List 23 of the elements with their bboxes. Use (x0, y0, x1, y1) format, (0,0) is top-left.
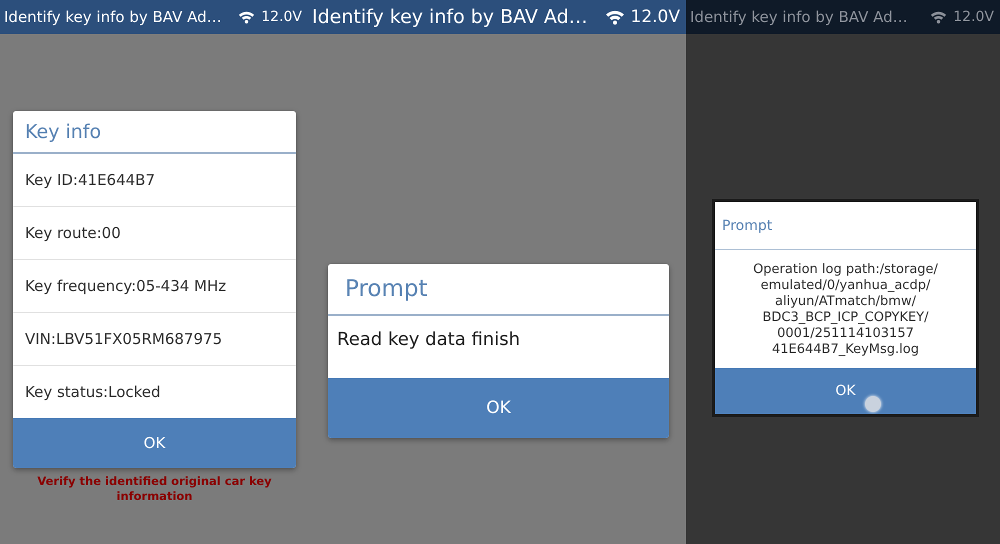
app-title: Identify key info by BAV Ad… (312, 6, 589, 28)
info-row: Key route:00 (13, 207, 296, 260)
dialog-message: Read key data finish (336, 328, 521, 352)
voltage-reading: 12.0V (630, 7, 680, 27)
wifi-icon (238, 10, 256, 24)
dialog-title: Key info (13, 111, 296, 154)
info-row: Key frequency:05-434 MHz (13, 260, 296, 313)
dialog-message: Operation log path:/storage/ emulated/0/yanhua_acdp/ aliyun/ATmatch/bmw/ BDC3_BCP_ICP_COPYKEY/ 0001/251114103157 41E644B7_KeyMsg.log (752, 261, 939, 359)
info-row: Key ID:41E644B7 (13, 154, 296, 207)
wifi-icon (604, 9, 625, 25)
ok-button[interactable]: OK (328, 378, 669, 438)
app-title: Identify key info by BAV Ad… (4, 8, 223, 26)
info-row-text: Key status:Locked (24, 382, 162, 403)
voltage-reading: 12.0V (261, 9, 302, 25)
voltage-reading: 12.0V (953, 9, 994, 25)
caption-text: Verify the identified original car key information (36, 473, 273, 504)
dialog-title: Prompt (715, 202, 976, 250)
app-title: Identify key info by BAV Ad… (690, 8, 909, 26)
wifi-icon (930, 10, 948, 24)
ok-button[interactable]: OK (715, 368, 976, 414)
dialog-title: Prompt (328, 264, 669, 316)
ok-button[interactable]: OK (13, 418, 296, 468)
info-row: VIN:LBV51FX05RM687975 (13, 313, 296, 366)
